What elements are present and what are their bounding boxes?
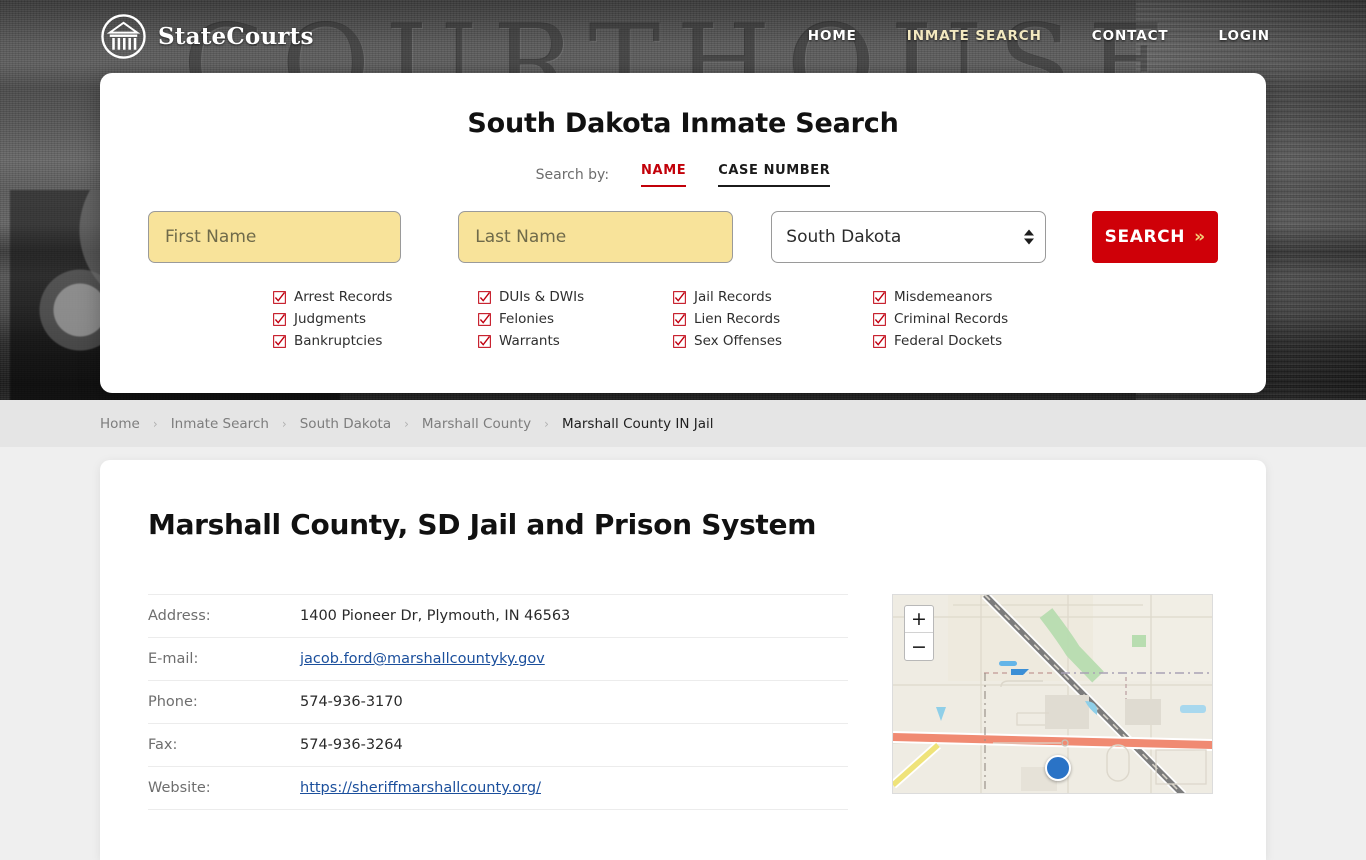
tab-name[interactable]: NAME: [641, 163, 687, 187]
breadcrumb-item-south-dakota[interactable]: South Dakota: [300, 416, 391, 432]
hero-section: COURTHOUSE StateCourts HOME INMATE SEARC…: [0, 0, 1366, 400]
checked-checkbox-icon: [673, 312, 686, 326]
table-row: Phone: 574-936-3170: [148, 680, 848, 724]
checkbox-judgments[interactable]: Judgments: [273, 311, 478, 327]
search-by-row: Search by: NAME CASE NUMBER: [148, 163, 1218, 187]
page-title: Marshall County, SD Jail and Prison Syst…: [148, 508, 817, 541]
top-navigation: StateCourts HOME INMATE SEARCH CONTACT L…: [0, 0, 1366, 72]
checkbox-label: Felonies: [499, 311, 554, 327]
checkbox-federal-dockets[interactable]: Federal Dockets: [873, 333, 1093, 349]
breadcrumb: Home › Inmate Search › South Dakota › Ma…: [100, 416, 714, 432]
website-link[interactable]: https://sheriffmarshallcounty.org/: [300, 780, 541, 796]
record-type-checkbox-grid: Arrest Records DUIs & DWIs Jail Records …: [148, 289, 1218, 349]
row-label: Website:: [148, 766, 300, 810]
checked-checkbox-icon: [273, 312, 286, 326]
search-form: South Dakota SEARCH »: [148, 211, 1218, 263]
tab-case-number[interactable]: CASE NUMBER: [718, 163, 831, 187]
brand-logo-link[interactable]: StateCourts: [100, 13, 314, 60]
checkbox-sex-offenses[interactable]: Sex Offenses: [673, 333, 873, 349]
location-map[interactable]: + −: [892, 594, 1213, 794]
checked-checkbox-icon: [873, 334, 886, 348]
checked-checkbox-icon: [673, 290, 686, 304]
checkbox-criminal-records[interactable]: Criminal Records: [873, 311, 1093, 327]
table-row: Address: 1400 Pioneer Dr, Plymouth, IN 4…: [148, 594, 848, 638]
checkbox-label: Misdemeanors: [894, 289, 993, 305]
chevron-right-icon: ›: [544, 416, 549, 431]
nav-item-login[interactable]: LOGIN: [1219, 28, 1271, 44]
facility-info-table: Address: 1400 Pioneer Dr, Plymouth, IN 4…: [148, 594, 848, 810]
courthouse-logo-icon: [101, 13, 146, 59]
map-zoom-out-button[interactable]: −: [905, 633, 933, 660]
row-value: 1400 Pioneer Dr, Plymouth, IN 46563: [300, 594, 848, 638]
inmate-search-card: South Dakota Inmate Search Search by: NA…: [100, 73, 1266, 393]
email-link[interactable]: jacob.ford@marshallcountyky.gov: [300, 651, 545, 667]
checkbox-label: Lien Records: [694, 311, 781, 327]
checked-checkbox-icon: [478, 312, 491, 326]
state-select-wrapper: South Dakota: [771, 211, 1047, 263]
breadcrumb-item-marshall-county[interactable]: Marshall County: [422, 416, 531, 432]
checked-checkbox-icon: [273, 334, 286, 348]
chevron-right-icon: ›: [404, 416, 409, 431]
checkbox-arrest-records[interactable]: Arrest Records: [273, 289, 478, 305]
map-zoom-in-button[interactable]: +: [905, 606, 933, 633]
last-name-input[interactable]: [458, 211, 734, 263]
row-value: 574-936-3264: [300, 723, 848, 767]
checkbox-bankruptcies[interactable]: Bankruptcies: [273, 333, 478, 349]
table-row: Fax: 574-936-3264: [148, 723, 848, 767]
checkbox-label: Sex Offenses: [694, 333, 783, 349]
first-name-input[interactable]: [148, 211, 401, 263]
breadcrumb-item-inmate-search[interactable]: Inmate Search: [171, 416, 269, 432]
checkbox-label: DUIs & DWIs: [499, 289, 585, 305]
checked-checkbox-icon: [273, 290, 286, 304]
map-zoom-controls: + −: [904, 605, 934, 661]
checkbox-duis-dwis[interactable]: DUIs & DWIs: [478, 289, 673, 305]
page-body: Marshall County, SD Jail and Prison Syst…: [0, 447, 1366, 860]
checkbox-jail-records[interactable]: Jail Records: [673, 289, 873, 305]
location-marker[interactable]: [1045, 755, 1071, 781]
checked-checkbox-icon: [478, 334, 491, 348]
breadcrumb-item-home[interactable]: Home: [100, 416, 140, 432]
row-label: Phone:: [148, 680, 300, 724]
chevron-right-icon: »: [1194, 227, 1206, 247]
nav-item-inmate-search[interactable]: INMATE SEARCH: [907, 28, 1042, 44]
row-label: Fax:: [148, 723, 300, 767]
state-select[interactable]: South Dakota: [771, 211, 1047, 263]
nav-item-home[interactable]: HOME: [808, 28, 857, 44]
checkbox-lien-records[interactable]: Lien Records: [673, 311, 873, 327]
breadcrumb-bar: Home › Inmate Search › South Dakota › Ma…: [0, 400, 1366, 447]
checkbox-label: Arrest Records: [294, 289, 393, 305]
checkbox-label: Jail Records: [694, 289, 772, 305]
checkbox-label: Bankruptcies: [294, 333, 383, 349]
checked-checkbox-icon: [478, 290, 491, 304]
checked-checkbox-icon: [873, 290, 886, 304]
checkbox-label: Federal Dockets: [894, 333, 1003, 349]
nav-item-contact[interactable]: CONTACT: [1092, 28, 1169, 44]
brand-name: StateCourts: [158, 22, 314, 50]
chevron-right-icon: ›: [152, 416, 158, 431]
table-row: E-mail: jacob.ford@marshallcountyky.gov: [148, 637, 848, 681]
checkbox-felonies[interactable]: Felonies: [478, 311, 673, 327]
search-button[interactable]: SEARCH »: [1092, 211, 1218, 263]
jail-detail-card: Marshall County, SD Jail and Prison Syst…: [100, 460, 1266, 860]
breadcrumb-item-current: Marshall County IN Jail: [561, 415, 714, 432]
table-row: Website: https://sheriffmarshallcounty.o…: [148, 766, 848, 810]
checked-checkbox-icon: [873, 312, 886, 326]
info-and-map-row: Address: 1400 Pioneer Dr, Plymouth, IN 4…: [148, 594, 1218, 810]
search-button-label: SEARCH: [1104, 227, 1186, 247]
chevron-right-icon: ›: [281, 416, 287, 431]
nav-links: HOME INMATE SEARCH CONTACT LOGIN: [808, 28, 1270, 44]
checkbox-misdemeanors[interactable]: Misdemeanors: [873, 289, 1093, 305]
row-label: E-mail:: [148, 637, 300, 681]
search-card-title: South Dakota Inmate Search: [467, 108, 899, 139]
checkbox-warrants[interactable]: Warrants: [478, 333, 673, 349]
search-by-label: Search by:: [535, 167, 610, 183]
checkbox-label: Criminal Records: [894, 311, 1009, 327]
row-label: Address:: [148, 594, 300, 638]
checked-checkbox-icon: [673, 334, 686, 348]
checkbox-label: Judgments: [294, 311, 367, 327]
row-value: 574-936-3170: [300, 680, 848, 724]
checkbox-label: Warrants: [499, 333, 560, 349]
